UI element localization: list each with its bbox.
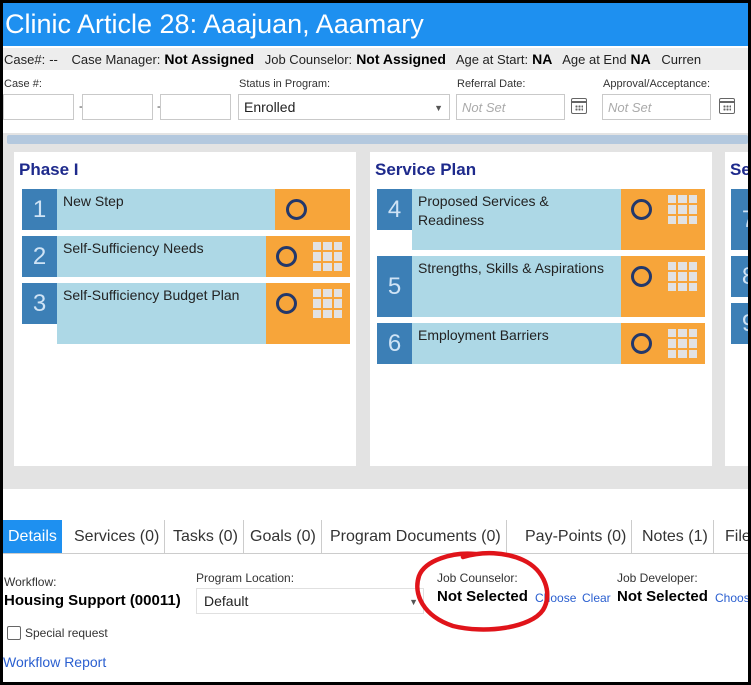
approval-label: Approval/Acceptance: bbox=[603, 78, 711, 90]
tab-tasks[interactable]: Tasks (0) bbox=[168, 520, 244, 553]
age-at-end-label: Age at End bbox=[562, 52, 627, 67]
step-number: 2 bbox=[22, 236, 57, 277]
case-no-part1-input[interactable] bbox=[3, 94, 74, 120]
status-select[interactable]: Enrolled ▼ bbox=[238, 94, 450, 120]
page-title: Clinic Article 28: Aaajuan, Aaamary bbox=[3, 3, 748, 46]
step-action[interactable] bbox=[621, 323, 705, 364]
step-label: Employment Barriers bbox=[412, 323, 621, 364]
circle-status-icon[interactable] bbox=[276, 293, 297, 314]
workflow-label: Workflow: bbox=[4, 575, 57, 589]
grid-icon[interactable] bbox=[667, 261, 698, 292]
program-location-select[interactable]: Default ▼ bbox=[196, 588, 424, 614]
step-label: New Step bbox=[57, 189, 275, 230]
grid-icon[interactable] bbox=[312, 288, 343, 319]
program-location-value: Default bbox=[204, 593, 249, 609]
status-value: Enrolled bbox=[244, 99, 296, 115]
step-number: 1 bbox=[22, 189, 57, 230]
referral-date-input[interactable]: Not Set bbox=[456, 94, 565, 120]
approval-date-placeholder: Not Set bbox=[608, 100, 652, 115]
grid-icon[interactable] bbox=[312, 241, 343, 272]
job-developer-value: Not Selected bbox=[617, 588, 708, 605]
step-action[interactable] bbox=[266, 236, 350, 277]
phase-title: Service Plan bbox=[375, 160, 477, 179]
step-action[interactable] bbox=[266, 283, 350, 344]
calendar-icon[interactable] bbox=[571, 98, 587, 114]
workflow-report-link[interactable]: Workflow Report bbox=[3, 654, 106, 670]
circle-status-icon[interactable] bbox=[631, 333, 652, 354]
step-number: 9 bbox=[731, 303, 748, 344]
case-number-value: -- bbox=[49, 52, 58, 67]
chevron-down-icon: ▼ bbox=[409, 597, 418, 607]
job-counselor-header-value: Not Assigned bbox=[356, 51, 446, 67]
phase-panel-phase-1: Phase I 1 New Step 2 Self-Sufficiency Ne… bbox=[14, 152, 356, 466]
job-developer-label: Job Developer: bbox=[617, 571, 698, 585]
calendar-icon[interactable] bbox=[719, 98, 735, 114]
tab-pay-points[interactable]: Pay-Points (0) bbox=[520, 520, 633, 553]
step-action[interactable] bbox=[275, 189, 350, 230]
case-info-bar: Case#: -- Case Manager: Not Assigned Job C… bbox=[3, 48, 748, 70]
circle-status-icon[interactable] bbox=[631, 199, 652, 220]
tab-program-documents[interactable]: Program Documents (0) bbox=[325, 520, 507, 553]
special-request-checkbox[interactable] bbox=[7, 626, 21, 640]
case-no-part2-input[interactable] bbox=[82, 94, 153, 120]
step-action[interactable] bbox=[621, 189, 705, 250]
tab-details[interactable]: Details bbox=[3, 520, 62, 553]
step-number: 8 bbox=[731, 256, 748, 297]
current-label: Curren bbox=[661, 52, 702, 67]
age-at-start-label: Age at Start: bbox=[455, 52, 529, 67]
app-window: Clinic Article 28: Aaajuan, Aaamary Case… bbox=[3, 3, 748, 682]
job-counselor-choose-link[interactable]: Choose bbox=[535, 591, 576, 605]
chevron-down-icon: ▼ bbox=[434, 103, 443, 113]
step-label: Strengths, Skills & Aspirations bbox=[412, 256, 621, 317]
job-counselor-header-label: Job Counselor: bbox=[264, 52, 353, 67]
step-number: 5 bbox=[377, 256, 412, 317]
special-request-label: Special request bbox=[25, 626, 108, 640]
approval-date-input[interactable]: Not Set bbox=[602, 94, 711, 120]
details-panel: Workflow: Housing Support (00011) Progra… bbox=[3, 554, 748, 682]
step-number: 4 bbox=[377, 189, 412, 230]
program-location-label: Program Location: bbox=[196, 571, 295, 585]
step-label: Proposed Services & Readiness bbox=[412, 189, 621, 250]
grid-icon[interactable] bbox=[667, 328, 698, 359]
job-developer-choose-link[interactable]: Choos bbox=[715, 591, 748, 605]
tab-goals[interactable]: Goals (0) bbox=[245, 520, 322, 553]
workflow-area: Phase I 1 New Step 2 Self-Sufficiency Ne… bbox=[3, 133, 748, 489]
job-counselor-clear-link[interactable]: Clear bbox=[582, 591, 611, 605]
step-action[interactable] bbox=[621, 256, 705, 317]
circle-status-icon[interactable] bbox=[631, 266, 652, 287]
referral-date-placeholder: Not Set bbox=[462, 100, 506, 115]
details-tabs: Details Services (0) Tasks (0) Goals (0)… bbox=[3, 520, 748, 554]
phase-panel-service-plan: Service Plan 4 Proposed Services & Readi… bbox=[370, 152, 712, 466]
job-counselor-value: Not Selected bbox=[437, 588, 528, 605]
age-at-end-value: NA bbox=[630, 51, 651, 67]
status-label: Status in Program: bbox=[239, 78, 331, 90]
phase-title: Phase I bbox=[19, 160, 79, 179]
circle-status-icon[interactable] bbox=[286, 199, 307, 220]
referral-date-label: Referral Date: bbox=[457, 78, 526, 90]
tab-notes[interactable]: Notes (1) bbox=[637, 520, 714, 553]
phase-title: Se bbox=[730, 160, 748, 179]
step-number: 6 bbox=[377, 323, 412, 364]
step-label: Self-Sufficiency Budget Plan bbox=[57, 283, 266, 344]
case-no-part3-input[interactable] bbox=[160, 94, 231, 120]
tab-services[interactable]: Services (0) bbox=[69, 520, 166, 553]
case-fields: Case #: - - Status in Program: Enrolled … bbox=[3, 73, 748, 128]
case-number-label: Case#: bbox=[4, 52, 46, 67]
case-manager-label: Case Manager: bbox=[71, 52, 161, 67]
horizontal-scrollbar[interactable] bbox=[7, 135, 748, 144]
step-number: 7 bbox=[731, 189, 748, 250]
age-at-start-value: NA bbox=[532, 51, 553, 67]
job-counselor-label: Job Counselor: bbox=[437, 571, 518, 585]
case-no-label: Case #: bbox=[4, 78, 42, 90]
tab-files[interactable]: File bbox=[720, 520, 748, 553]
case-manager-value: Not Assigned bbox=[164, 51, 255, 67]
step-number: 3 bbox=[22, 283, 57, 324]
grid-icon[interactable] bbox=[667, 194, 698, 225]
phase-panel-3: Se 7 8 9 bbox=[725, 152, 748, 466]
step-label: Self-Sufficiency Needs bbox=[57, 236, 266, 277]
circle-status-icon[interactable] bbox=[276, 246, 297, 267]
workflow-value: Housing Support (00011) bbox=[4, 592, 181, 609]
